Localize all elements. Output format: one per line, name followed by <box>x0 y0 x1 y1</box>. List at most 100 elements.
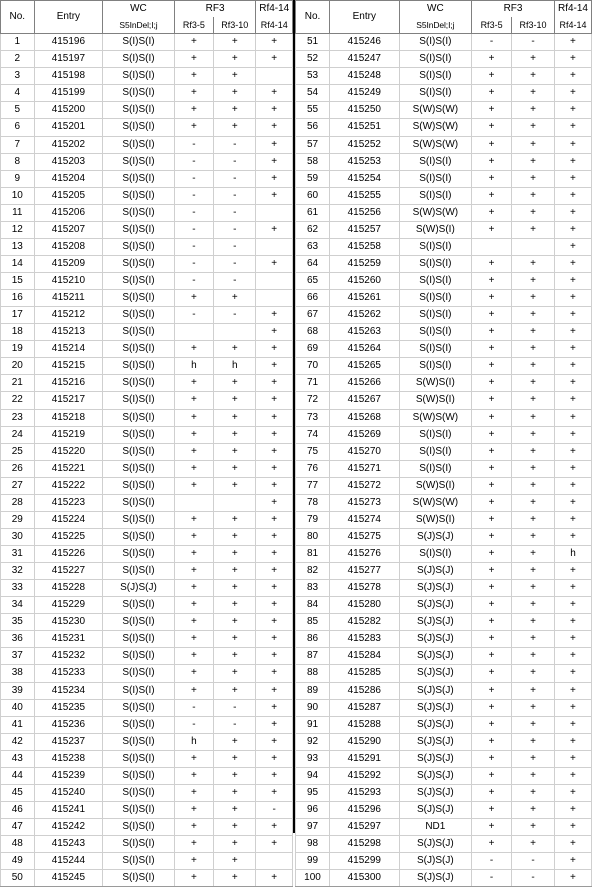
cell-entry[interactable]: 415224 <box>33 510 104 529</box>
cell-entry[interactable]: 415287 <box>329 698 400 717</box>
cell-wc-genotype[interactable]: S(W)S(W) <box>398 101 473 120</box>
cell-rf3-10[interactable]: + <box>511 715 555 734</box>
table-row[interactable]: 29 415224 S(I)S(I) + + + <box>0 510 293 529</box>
cell-rf4-14[interactable]: + <box>255 220 293 239</box>
cell-no[interactable]: 23 <box>0 408 35 427</box>
cell-rf3-5[interactable]: - <box>173 135 215 154</box>
cell-entry[interactable]: 415264 <box>329 340 400 359</box>
cell-rf4-14[interactable]: + <box>255 135 293 154</box>
cell-rf3-5[interactable]: + <box>173 681 215 700</box>
cell-rf3-10[interactable]: + <box>511 698 555 717</box>
cell-rf4-14[interactable]: + <box>255 84 293 103</box>
cell-no[interactable]: 88 <box>294 664 331 683</box>
cell-rf3-10[interactable]: + <box>213 50 257 69</box>
cell-entry[interactable]: 415204 <box>33 169 104 188</box>
cell-rf3-5[interactable]: + <box>471 562 513 581</box>
cell-entry[interactable]: 415233 <box>33 664 104 683</box>
cell-rf4-14[interactable]: + <box>553 67 592 86</box>
table-row[interactable]: 74 415269 S(I)S(I) + + + <box>294 425 592 444</box>
cell-rf3-5[interactable]: + <box>471 783 513 802</box>
cell-no[interactable]: 24 <box>0 425 35 444</box>
cell-rf3-5[interactable]: + <box>173 101 215 120</box>
cell-rf3-5[interactable]: + <box>471 67 513 86</box>
cell-rf3-5[interactable]: + <box>471 579 513 598</box>
cell-wc-genotype[interactable]: S(I)S(I) <box>102 613 175 632</box>
cell-rf3-5[interactable]: + <box>471 118 513 137</box>
cell-rf3-10[interactable]: + <box>511 84 555 103</box>
cell-no[interactable]: 20 <box>0 357 35 376</box>
cell-no[interactable]: 15 <box>0 271 35 291</box>
cell-rf4-14[interactable] <box>255 852 293 871</box>
cell-wc-genotype[interactable]: S(I)S(I) <box>102 527 175 547</box>
cell-rf4-14[interactable]: + <box>553 271 592 291</box>
cell-rf3-5[interactable]: + <box>471 203 513 222</box>
cell-no[interactable]: 37 <box>0 647 35 666</box>
cell-wc-genotype[interactable]: S(I)S(I) <box>102 766 175 785</box>
cell-entry[interactable]: 415275 <box>329 527 400 547</box>
cell-wc-genotype[interactable]: S(I)S(I) <box>102 510 175 529</box>
cell-entry[interactable]: 415197 <box>33 50 104 69</box>
cell-rf3-10[interactable]: + <box>511 101 555 120</box>
cell-wc-genotype[interactable]: S(I)S(I) <box>102 408 175 427</box>
table-row[interactable]: 13 415208 S(I)S(I) - - <box>0 237 293 256</box>
cell-entry[interactable]: 415297 <box>329 817 400 837</box>
cell-no[interactable]: 3 <box>0 67 35 86</box>
cell-entry[interactable]: 415236 <box>33 715 104 734</box>
cell-wc-genotype[interactable]: S(J)S(J) <box>398 613 473 632</box>
table-row[interactable]: 22 415217 S(I)S(I) + + + <box>0 391 293 410</box>
cell-rf3-5[interactable]: + <box>471 732 513 751</box>
cell-wc-genotype[interactable]: S(I)S(I) <box>102 596 175 615</box>
cell-rf4-14[interactable]: + <box>553 425 592 444</box>
cell-entry[interactable]: 415222 <box>33 476 104 495</box>
cell-rf3-5[interactable]: + <box>471 306 513 325</box>
cell-wc-genotype[interactable]: S(I)S(I) <box>398 271 473 291</box>
cell-no[interactable]: 59 <box>294 169 331 188</box>
cell-rf4-14[interactable]: + <box>255 476 293 495</box>
cell-no[interactable]: 40 <box>0 698 35 717</box>
cell-rf3-5[interactable]: + <box>471 664 513 683</box>
cell-no[interactable]: 38 <box>0 664 35 683</box>
cell-rf3-5[interactable]: - <box>173 152 215 171</box>
cell-rf3-10[interactable]: + <box>511 323 555 342</box>
cell-no[interactable]: 12 <box>0 220 35 239</box>
table-row[interactable]: 49 415244 S(I)S(I) + + <box>0 852 293 871</box>
cell-rf4-14[interactable]: + <box>255 510 293 529</box>
cell-no[interactable]: 30 <box>0 527 35 547</box>
cell-rf3-10[interactable]: + <box>213 562 257 581</box>
cell-rf3-5[interactable]: - <box>173 203 215 222</box>
cell-no[interactable]: 31 <box>0 544 35 564</box>
cell-wc-genotype[interactable]: S(I)S(I) <box>102 101 175 120</box>
table-row[interactable]: 72 415267 S(W)S(I) + + + <box>294 391 592 410</box>
cell-rf3-5[interactable]: + <box>173 374 215 393</box>
cell-wc-genotype[interactable]: S(I)S(I) <box>398 237 473 256</box>
cell-no[interactable]: 48 <box>0 835 35 854</box>
cell-no[interactable]: 9 <box>0 169 35 188</box>
cell-no[interactable]: 71 <box>294 374 331 393</box>
cell-wc-genotype[interactable]: S(J)S(J) <box>398 766 473 785</box>
cell-rf3-10[interactable]: + <box>213 869 257 887</box>
table-row[interactable]: 27 415222 S(I)S(I) + + + <box>0 476 293 495</box>
cell-rf3-10[interactable]: - <box>213 135 257 154</box>
cell-rf3-5[interactable]: + <box>471 84 513 103</box>
cell-rf4-14[interactable]: + <box>553 289 592 308</box>
cell-rf4-14[interactable]: + <box>255 664 293 683</box>
cell-rf4-14[interactable]: + <box>553 118 592 137</box>
cell-entry[interactable]: 415205 <box>33 186 104 205</box>
cell-rf4-14[interactable]: + <box>553 340 592 359</box>
cell-rf3-5[interactable]: + <box>471 749 513 768</box>
cell-rf4-14[interactable]: h <box>553 544 592 564</box>
cell-rf3-10[interactable]: + <box>213 425 257 444</box>
table-row[interactable]: 28 415223 S(I)S(I) + <box>0 493 293 512</box>
table-row[interactable]: 65 415260 S(I)S(I) + + + <box>294 271 592 291</box>
cell-entry[interactable]: 415247 <box>329 50 400 69</box>
cell-rf3-5[interactable]: + <box>471 715 513 734</box>
cell-rf4-14[interactable]: + <box>553 135 592 154</box>
cell-entry[interactable]: 415299 <box>329 852 400 871</box>
cell-rf3-10[interactable]: + <box>213 476 257 495</box>
cell-no[interactable]: 78 <box>294 493 331 512</box>
cell-entry[interactable]: 415269 <box>329 425 400 444</box>
cell-no[interactable]: 63 <box>294 237 331 256</box>
table-row[interactable]: 41 415236 S(I)S(I) - - + <box>0 715 293 734</box>
cell-no[interactable]: 2 <box>0 50 35 69</box>
cell-entry[interactable]: 415249 <box>329 84 400 103</box>
